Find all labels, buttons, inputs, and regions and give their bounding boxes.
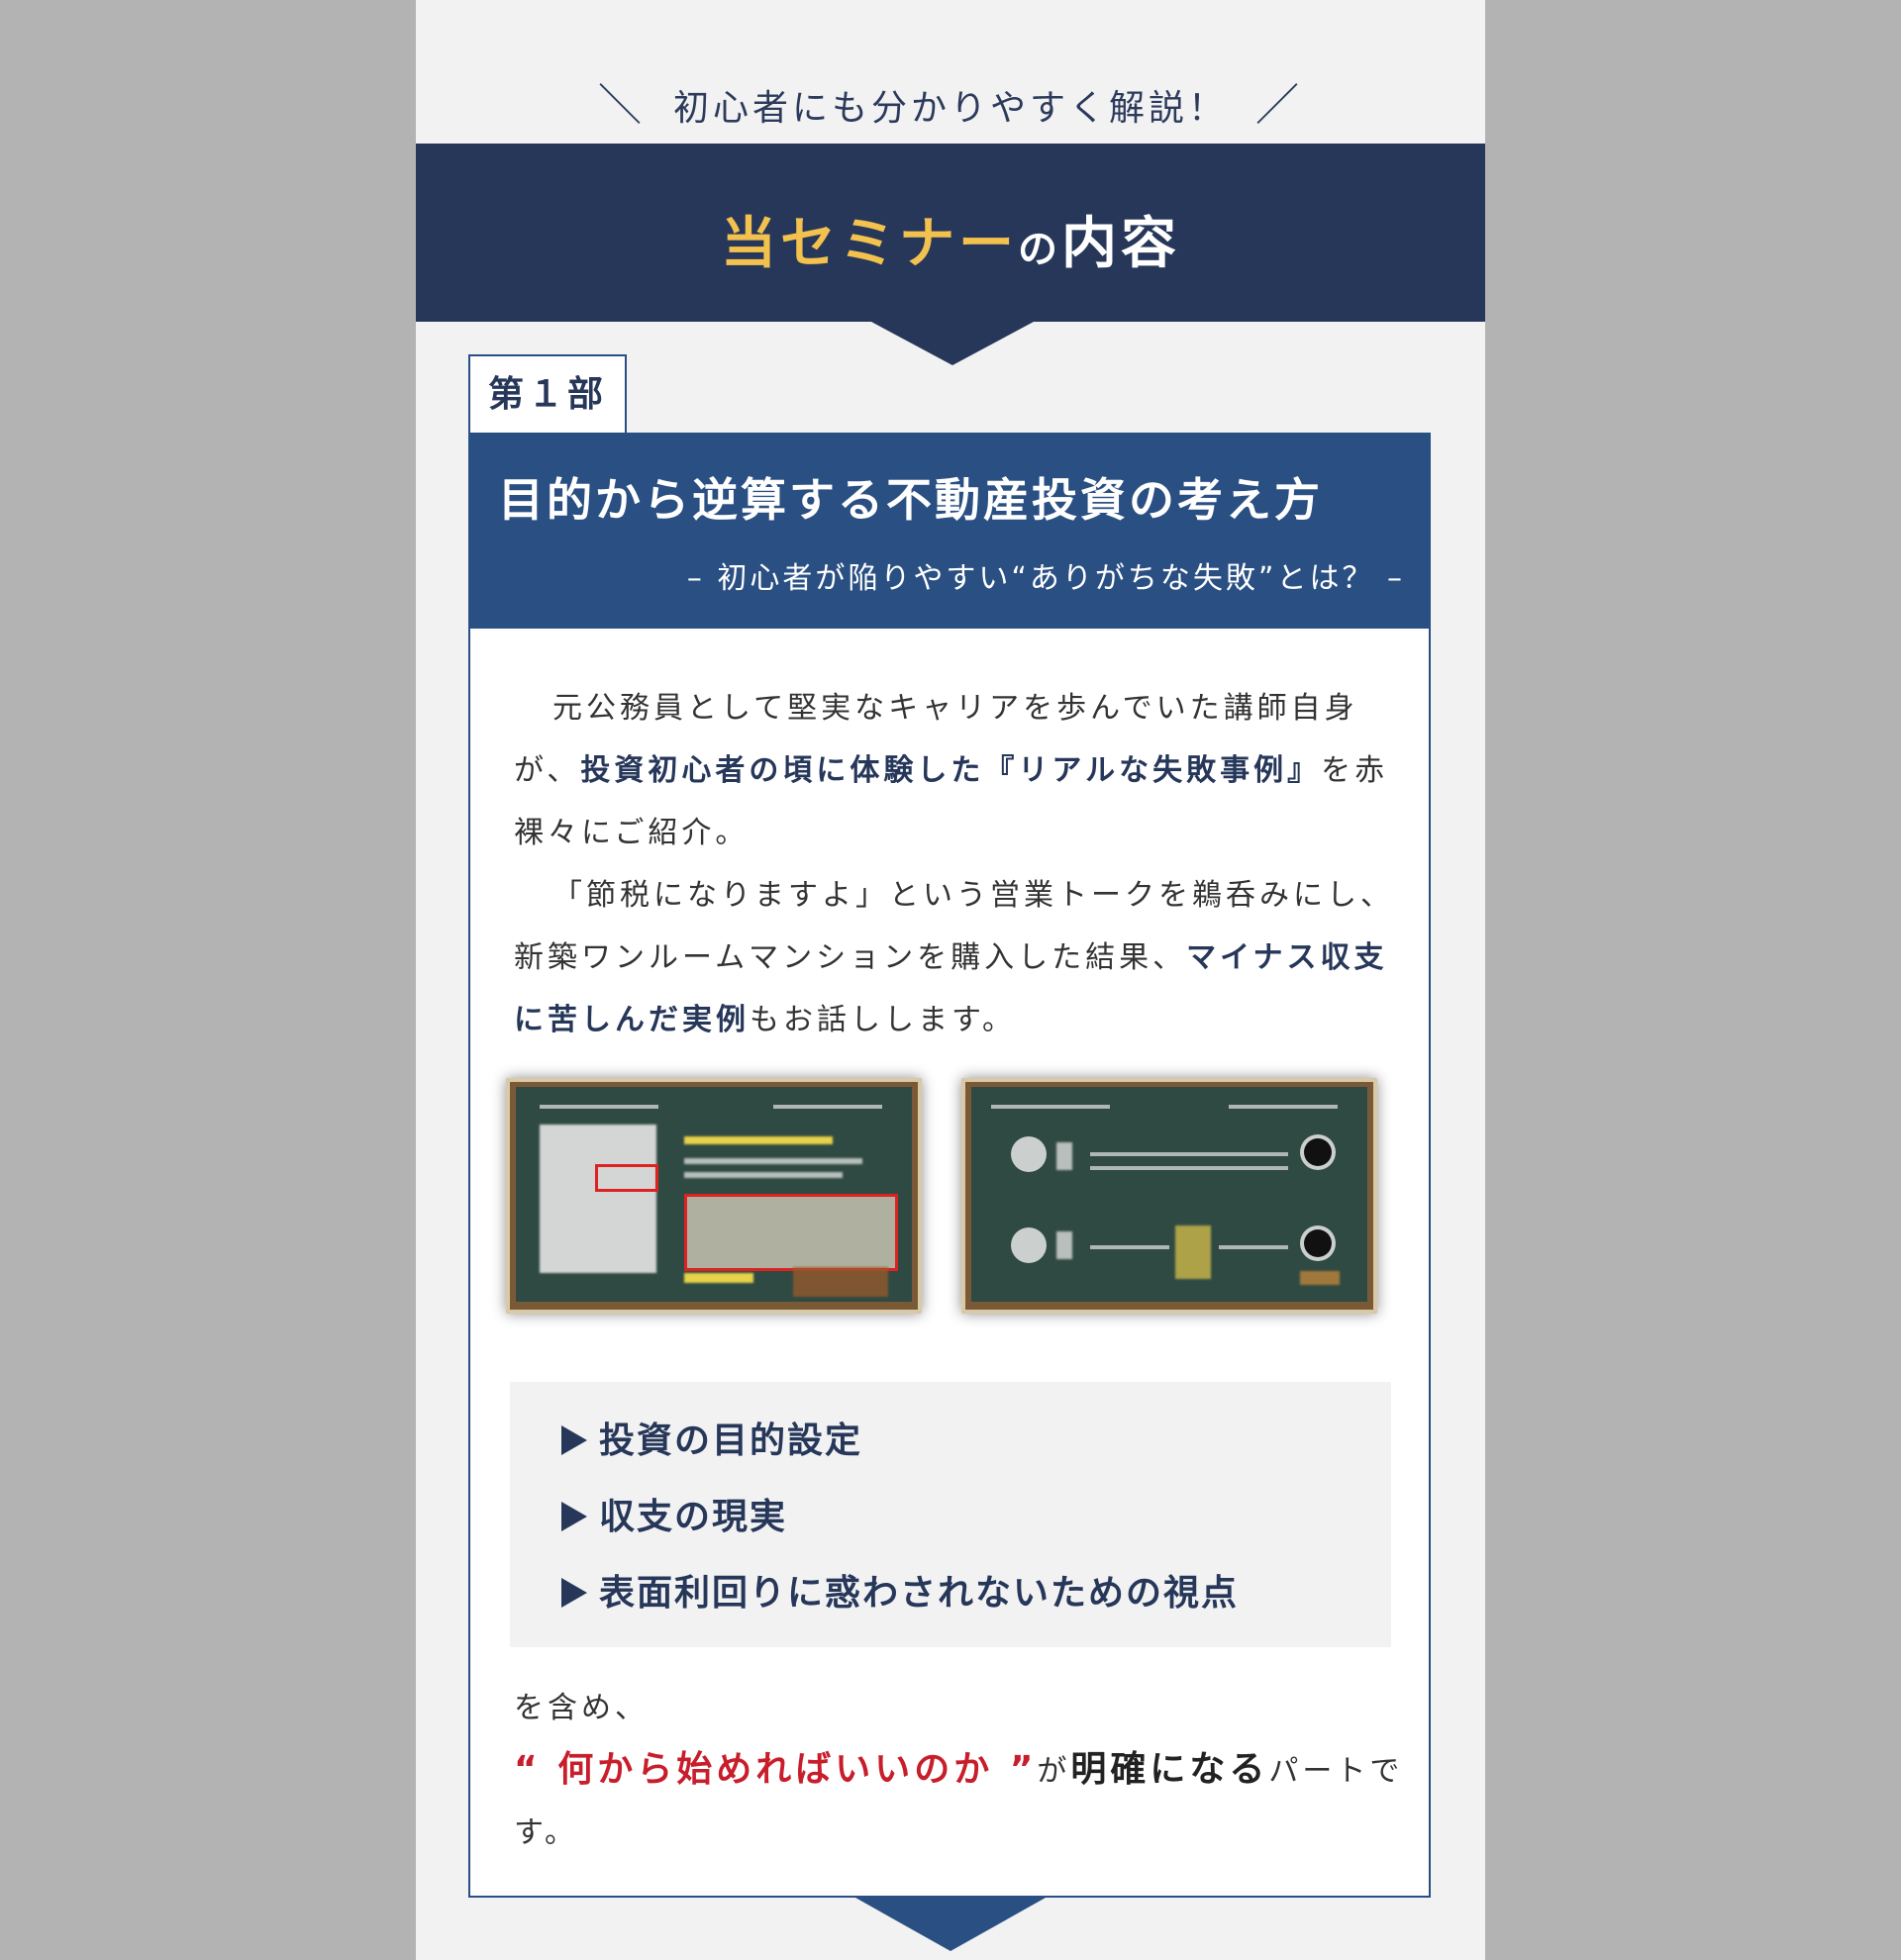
closing-text: を含め、 “ 何から始めればいいのか ”が明確になるパートです。 <box>514 1678 1415 1864</box>
checklist-item: 収支の現実 <box>561 1488 787 1539</box>
part-card: 目的から逆算する不動産投資の考え方 – 初心者が陥りやすい“ありがちな失敗”とは… <box>468 433 1431 1898</box>
closing-quote: “ 何から始めればいいのか ” <box>514 1749 1038 1790</box>
header-band: 当セミナーの内容 <box>416 144 1485 322</box>
header-down-arrow-icon <box>871 322 1034 365</box>
checklist-item-label: 投資の目的設定 <box>599 1421 863 1461</box>
closing-bold: 明確になる <box>1070 1749 1269 1790</box>
checklist-item: 投資の目的設定 <box>561 1412 862 1463</box>
section-title: 当セミナーの内容 <box>416 199 1485 279</box>
p2-text-b: もお話しします。 <box>750 1003 1016 1037</box>
body-paragraph-1: 元公務員として堅実なキャリアを歩んでいた講師自身が、投資初心者の頃に体験した『リ… <box>514 677 1405 864</box>
body-text: 元公務員として堅実なキャリアを歩んでいた講師自身が、投資初心者の頃に体験した『リ… <box>514 677 1405 1051</box>
title-particle: の <box>1018 226 1061 272</box>
title-rest: 内容 <box>1061 211 1180 276</box>
play-triangle-icon <box>561 1425 587 1455</box>
card-heading: 目的から逆算する不動産投資の考え方 <box>498 473 1323 527</box>
title-highlight: 当セミナー <box>721 211 1018 276</box>
body-paragraph-2: 「節税になりますよ」という営業トークを鵜呑みにし、新築ワンルームマンションを購入… <box>514 864 1405 1051</box>
slide-image-1 <box>506 1078 922 1314</box>
seminar-section: ＼ 初心者にも分かりやすく解説！ ／ 当セミナーの内容 第１部 目的から逆算する不動… <box>416 0 1485 1960</box>
checklist-item: 表面利回りに惑わされないための視点 <box>561 1564 1239 1616</box>
chalkboard-1 <box>516 1087 912 1302</box>
p1-emphasis: 投資初心者の頃に体験した『リアルな失敗事例』 <box>580 753 1322 788</box>
tagline-left-slash: ＼ <box>597 80 646 131</box>
tagline: ＼ 初心者にも分かりやすく解説！ ／ <box>416 69 1485 133</box>
tagline-right-slash: ／ <box>1255 80 1303 131</box>
topic-checklist: 投資の目的設定 収支の現実 表面利回りに惑わされないための視点 <box>510 1382 1391 1647</box>
slide-image-2 <box>961 1078 1377 1314</box>
play-triangle-icon <box>561 1502 587 1531</box>
closing-statement: “ 何から始めればいいのか ”が明確になるパートです。 <box>514 1739 1415 1864</box>
card-header: 目的から逆算する不動産投資の考え方 – 初心者が陥りやすい“ありがちな失敗”とは… <box>470 435 1429 629</box>
part-label-tab: 第１部 <box>468 354 627 434</box>
card-subheading: – 初心者が陥りやすい“ありがちな失敗”とは？ – <box>686 561 1405 596</box>
closing-lead: を含め、 <box>514 1691 649 1725</box>
chalkboard-2 <box>971 1087 1367 1302</box>
tagline-text: 初心者にも分かりやすく解説！ <box>672 88 1228 129</box>
play-triangle-icon <box>561 1578 587 1608</box>
checklist-item-label: 収支の現実 <box>599 1497 788 1537</box>
bottom-down-arrow-icon <box>855 1898 1046 1951</box>
checklist-item-label: 表面利回りに惑わされないための視点 <box>599 1573 1240 1614</box>
closing-particle: が <box>1037 1754 1071 1789</box>
